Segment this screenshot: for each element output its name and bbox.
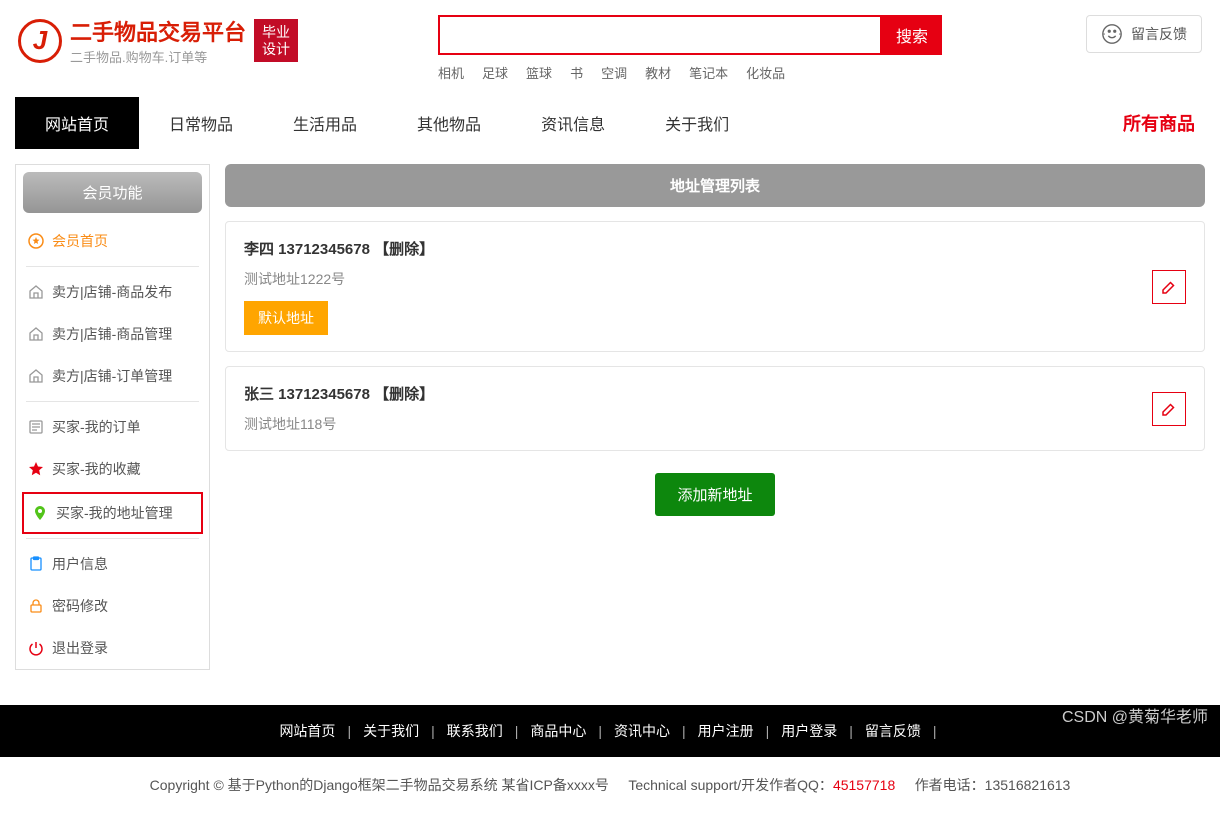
nav-item[interactable]: 日常物品	[139, 97, 263, 149]
sidebar-item[interactable]: 买家-我的收藏	[16, 448, 209, 490]
sidebar-item[interactable]: 会员首页	[16, 220, 209, 262]
edit-icon	[1160, 278, 1178, 296]
footer-link[interactable]: 商品中心	[530, 723, 586, 739]
logo-area: J 二手物品交易平台 二手物品.购物车.订单等 毕业 设计	[18, 15, 298, 66]
sidebar-item-label: 密码修改	[52, 596, 108, 616]
sidebar-item[interactable]: 买家-我的地址管理	[22, 492, 203, 534]
home-icon	[28, 368, 44, 384]
hot-word[interactable]: 教材	[645, 66, 671, 81]
nav-item[interactable]: 网站首页	[15, 97, 139, 149]
pin-icon	[32, 505, 48, 521]
sidebar-item[interactable]: 卖方|店铺-商品发布	[16, 271, 209, 313]
home-icon	[28, 326, 44, 342]
add-address-button[interactable]: 添加新地址	[655, 473, 774, 516]
sidebar-item-label: 买家-我的订单	[52, 417, 141, 437]
support-icon	[1101, 23, 1123, 45]
sidebar-title: 会员功能	[23, 172, 202, 213]
sidebar-item[interactable]: 用户信息	[16, 543, 209, 585]
address-detail: 测试地址1222号	[244, 269, 434, 289]
sidebar-item[interactable]: 买家-我的订单	[16, 406, 209, 448]
hot-words: 相机 足球 篮球 书 空调 教材 笔记本 化妆品	[438, 63, 942, 82]
sidebar-separator	[26, 401, 199, 402]
sidebar-item[interactable]: 卖方|店铺-订单管理	[16, 355, 209, 397]
search-input[interactable]	[438, 15, 882, 55]
site-subtitle: 二手物品.购物车.订单等	[70, 47, 246, 66]
footer-link[interactable]: 用户注册	[698, 723, 754, 739]
delete-link[interactable]: 【删除】	[374, 386, 434, 403]
home-icon	[28, 284, 44, 300]
address-detail: 测试地址118号	[244, 414, 434, 434]
hot-word[interactable]: 笔记本	[689, 66, 728, 81]
search-button[interactable]: 搜索	[882, 15, 942, 55]
sidebar-item-label: 卖方|店铺-订单管理	[52, 366, 172, 386]
nav-item[interactable]: 资讯信息	[511, 97, 635, 149]
sidebar-item-label: 买家-我的收藏	[52, 459, 141, 479]
footer-link[interactable]: 网站首页	[279, 723, 335, 739]
sidebar-item[interactable]: 密码修改	[16, 585, 209, 627]
site-title: 二手物品交易平台	[70, 15, 246, 47]
edit-button[interactable]	[1152, 392, 1186, 426]
sidebar-item[interactable]: 卖方|店铺-商品管理	[16, 313, 209, 355]
nav-all-products[interactable]: 所有商品	[1123, 110, 1205, 136]
hot-word[interactable]: 书	[570, 66, 583, 81]
sidebar-item-label: 会员首页	[52, 231, 108, 251]
watermark: CSDN @黄菊华老师	[1062, 703, 1208, 727]
footer-link[interactable]: 关于我们	[363, 723, 419, 739]
footer-link[interactable]: 留言反馈	[865, 723, 921, 739]
footer-link[interactable]: 用户登录	[781, 723, 837, 739]
nav-item[interactable]: 其他物品	[387, 97, 511, 149]
main-content: 地址管理列表 李四 13712345678 【删除】测试地址1222号默认地址张…	[225, 164, 1205, 670]
copyright: Copyright © 基于Python的Django框架二手物品交易系统 某省…	[0, 757, 1220, 813]
feedback-label: 留言反馈	[1131, 24, 1187, 44]
footer-link[interactable]: 联系我们	[447, 723, 503, 739]
edit-icon	[1160, 400, 1178, 418]
hot-word[interactable]: 足球	[482, 66, 508, 81]
default-badge: 默认地址	[244, 301, 328, 335]
sidebar-item-label: 卖方|店铺-商品发布	[52, 282, 172, 302]
address-card: 张三 13712345678 【删除】测试地址118号	[225, 366, 1205, 451]
main-nav: 网站首页日常物品生活用品其他物品资讯信息关于我们 所有商品	[0, 97, 1220, 149]
list-icon	[28, 419, 44, 435]
nav-item[interactable]: 生活用品	[263, 97, 387, 149]
lock-icon	[28, 598, 44, 614]
sidebar-item-label: 用户信息	[52, 554, 108, 574]
sidebar-item-label: 卖方|店铺-商品管理	[52, 324, 172, 344]
address-name-phone: 张三 13712345678 【删除】	[244, 383, 434, 404]
nav-item[interactable]: 关于我们	[635, 97, 759, 149]
address-name-phone: 李四 13712345678 【删除】	[244, 238, 434, 259]
clip-icon	[28, 556, 44, 572]
badge: 毕业 设计	[254, 19, 298, 63]
hot-word[interactable]: 化妆品	[746, 66, 785, 81]
star-icon	[28, 461, 44, 477]
panel-title: 地址管理列表	[225, 164, 1205, 207]
sidebar-item-label: 退出登录	[52, 638, 108, 658]
hot-word[interactable]: 篮球	[526, 66, 552, 81]
sidebar-separator	[26, 266, 199, 267]
sidebar: 会员功能 会员首页卖方|店铺-商品发布卖方|店铺-商品管理卖方|店铺-订单管理买…	[15, 164, 210, 670]
hot-word[interactable]: 相机	[438, 66, 464, 81]
edit-button[interactable]	[1152, 270, 1186, 304]
hot-word[interactable]: 空调	[601, 66, 627, 81]
sidebar-item[interactable]: 退出登录	[16, 627, 209, 669]
address-card: 李四 13712345678 【删除】测试地址1222号默认地址	[225, 221, 1205, 352]
delete-link[interactable]: 【删除】	[374, 241, 434, 258]
sidebar-separator	[26, 538, 199, 539]
sidebar-item-label: 买家-我的地址管理	[56, 503, 173, 523]
footer: 网站首页|关于我们|联系我们|商品中心|资讯中心|用户注册|用户登录|留言反馈|	[0, 705, 1220, 757]
logo-icon: J	[18, 19, 62, 63]
feedback-button[interactable]: 留言反馈	[1086, 15, 1202, 53]
power-icon	[28, 640, 44, 656]
star-circle-icon	[28, 233, 44, 249]
footer-link[interactable]: 资讯中心	[614, 723, 670, 739]
